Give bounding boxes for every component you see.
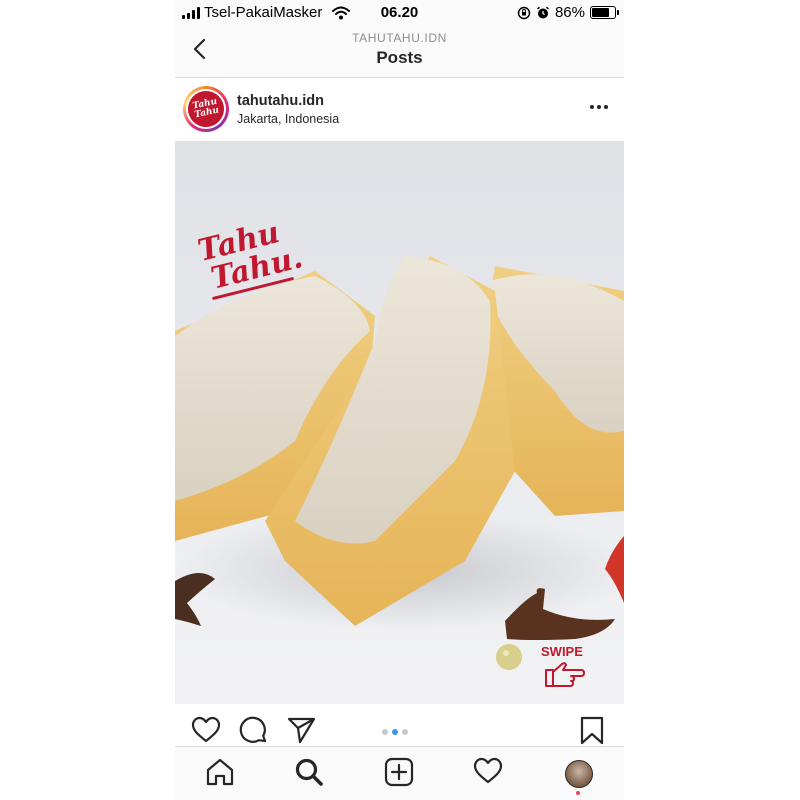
carousel-dot <box>402 729 408 735</box>
status-bar: Tsel-PakaiMasker 06.20 86% <box>175 0 624 26</box>
carousel-dot <box>382 729 388 735</box>
home-icon[interactable] <box>205 757 235 787</box>
nav-header: TAHUTAHU.IDN Posts <box>175 26 624 78</box>
paper-plane-icon[interactable] <box>287 716 317 744</box>
battery-icon <box>590 6 619 19</box>
avatar: Tahu Tahu <box>184 87 228 131</box>
post-location[interactable]: Jakarta, Indonesia <box>237 112 339 126</box>
story-ring[interactable]: Tahu Tahu <box>183 86 229 132</box>
orientation-lock-icon <box>517 6 531 19</box>
instagram-app: Tsel-PakaiMasker 06.20 86% TAHUTAHU.IDN … <box>175 0 624 800</box>
activity-heart-icon[interactable] <box>473 757 503 785</box>
battery-percent: 86% <box>554 4 585 21</box>
heart-icon[interactable] <box>191 716 221 744</box>
swipe-label: SWIPE <box>541 644 583 659</box>
notification-dot <box>576 791 580 795</box>
search-icon[interactable] <box>294 757 324 787</box>
avatar-logo-text: Tahu <box>193 105 220 121</box>
comment-icon[interactable] <box>239 716 269 746</box>
carousel-dot <box>392 729 398 735</box>
post-actions <box>175 704 624 746</box>
pointing-hand-icon <box>545 662 585 687</box>
post-image[interactable]: Tahu Tahu SWIPE <box>175 141 624 704</box>
post-username[interactable]: tahutahu.idn <box>237 93 324 109</box>
page-title: Posts <box>376 48 423 67</box>
bottom-tab-bar <box>175 746 624 800</box>
more-options-icon[interactable] <box>590 105 608 109</box>
carousel-indicator <box>382 729 408 735</box>
alarm-icon <box>536 6 549 18</box>
profile-avatar[interactable] <box>565 760 593 788</box>
battery-fill <box>592 8 609 17</box>
plus-square-icon[interactable] <box>384 757 414 787</box>
bookmark-icon[interactable] <box>579 716 605 746</box>
post-header: Tahu Tahu tahutahu.idn Jakarta, Indonesi… <box>175 78 624 141</box>
account-handle: TAHUTAHU.IDN <box>352 31 447 45</box>
